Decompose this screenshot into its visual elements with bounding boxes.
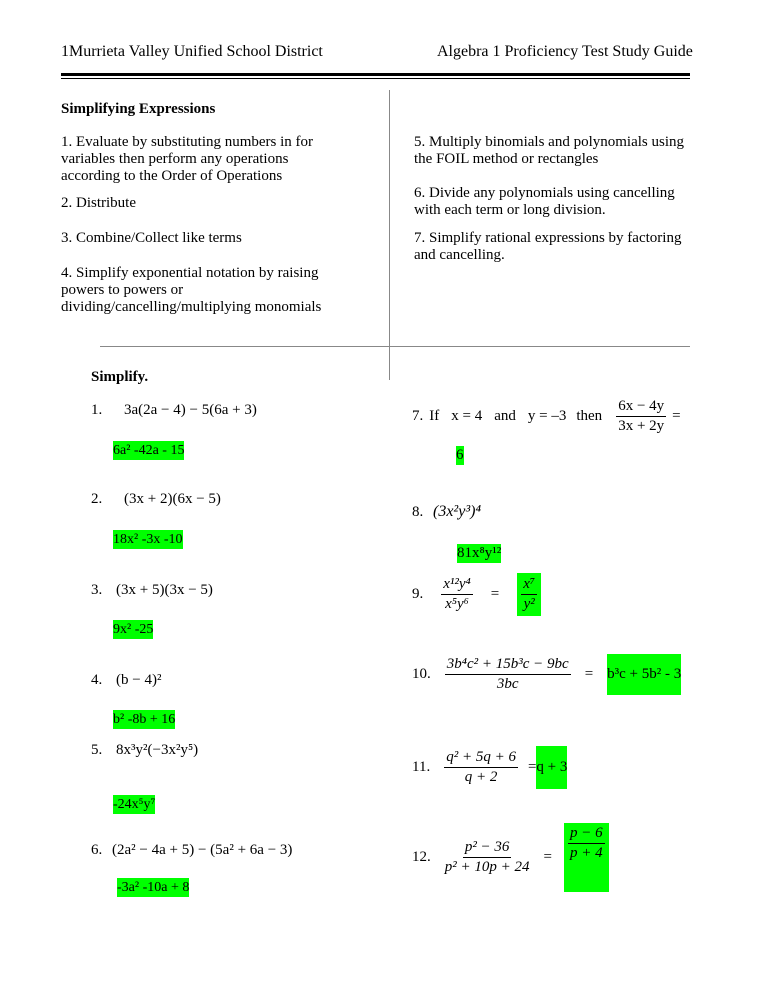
answer-3: 9x² -25 xyxy=(113,620,154,639)
answer-10: b³c + 5b² - 3 xyxy=(607,654,682,695)
fraction: 6x − 4y 3x + 2y xyxy=(616,398,667,434)
problem-2: 2. (3x + 2)(6x − 5) xyxy=(91,491,221,507)
step-7: 7. Simplify rational expressions by fact… xyxy=(414,230,682,263)
header-right: Algebra 1 Proficiency Test Study Guide xyxy=(437,43,693,60)
simplify-title: Simplify. xyxy=(91,369,149,385)
problem-4: 4. (b − 4)² xyxy=(91,672,162,688)
answer-7: 6 xyxy=(456,446,464,465)
problem-8: 8. (3x²y³)⁴ xyxy=(412,503,482,520)
problem-12: 12. p² − 36 p² + 10p + 24 = p − 6 p + 4 xyxy=(412,823,609,892)
section-divider xyxy=(100,346,690,347)
step-4: 4. Simplify exponential notation by rais… xyxy=(61,265,322,315)
answer-1: 6a² -42a - 15 xyxy=(113,441,185,460)
answer-9: x⁷ y² xyxy=(517,573,542,616)
step-5: 5. Multiply binomials and polynomials us… xyxy=(414,134,684,167)
step-2: 2. Distribute xyxy=(61,195,136,211)
problem-7: 7. If x = 4 and y = –3 then 6x − 4y 3x +… xyxy=(412,398,681,434)
step-6: 6. Divide any polynomials using cancelli… xyxy=(414,185,675,218)
answer-8: 81x⁸y¹² xyxy=(457,544,502,563)
problem-3: 3. (3x + 5)(3x − 5) xyxy=(91,582,213,598)
problem-11: 11. q² + 5q + 6 q + 2 = q + 3 xyxy=(412,746,568,789)
answer-6: -3a² -10a + 8 xyxy=(117,878,190,897)
answer-2: 18x² -3x -10 xyxy=(113,530,183,549)
fraction: p² − 36 p² + 10p + 24 xyxy=(444,839,530,875)
fraction: x¹²y⁴ x⁵y⁶ xyxy=(441,576,473,612)
problem-1: 1. 3a(2a − 4) − 5(6a + 3) xyxy=(91,402,257,418)
header-rule-thin xyxy=(61,78,690,79)
answer-5: -24x⁵y⁷ xyxy=(113,795,156,814)
answer-11: q + 3 xyxy=(536,746,568,789)
header-rule xyxy=(61,73,690,76)
problem-6: 6. (2a² − 4a + 5) − (5a² + 6a − 3) xyxy=(91,842,293,858)
column-divider xyxy=(389,90,390,380)
step-3: 3. Combine/Collect like terms xyxy=(61,230,242,246)
fraction: q² + 5q + 6 q + 2 xyxy=(444,749,518,785)
answer-12: p − 6 p + 4 xyxy=(563,823,609,892)
problem-9: 9. x¹²y⁴ x⁵y⁶ = x⁷ y² xyxy=(412,573,542,616)
answer-4: b² -8b + 16 xyxy=(113,710,176,729)
section-title: Simplifying Expressions xyxy=(61,101,216,117)
problem-10: 10. 3b⁴c² + 15b³c − 9bc 3bc = b³c + 5b² … xyxy=(412,654,682,695)
fraction: 3b⁴c² + 15b³c − 9bc 3bc xyxy=(444,656,571,692)
step-1: 1. Evaluate by substituting numbers in f… xyxy=(61,134,314,184)
problem-5: 5. 8x³y²(−3x²y⁵) xyxy=(91,742,199,758)
header-left: 1Murrieta Valley Unified School District xyxy=(61,43,323,60)
